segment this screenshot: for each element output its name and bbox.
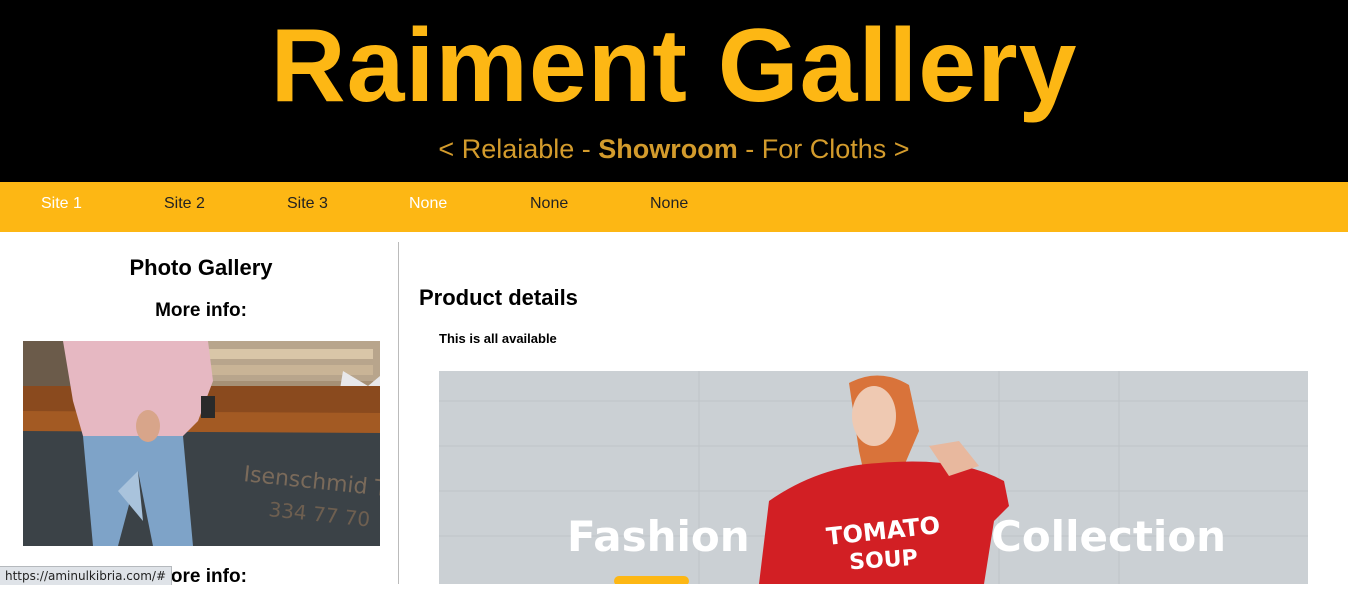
product-details-title: Product details	[419, 285, 578, 310]
nav-bar: Site 1 Site 2 Site 3 None None None	[0, 182, 1348, 232]
fashion-banner[interactable]: TOMATO SOUP Fashion Collection	[439, 371, 1308, 584]
banner-word-fashion: Fashion	[567, 512, 750, 561]
tagline-suffix: - For Cloths >	[737, 134, 910, 164]
product-details-subtitle: This is all available	[439, 331, 557, 346]
tagline-bold: Showroom	[598, 134, 738, 164]
site-tagline: < Relaiable - Showroom - For Cloths >	[0, 132, 1348, 166]
site-header: Raiment Gallery < Relaiable - Showroom -…	[0, 0, 1348, 182]
nav-item-none-2[interactable]: None	[530, 182, 568, 232]
tagline-prefix: < Relaiable -	[438, 134, 599, 164]
more-info-heading: More info:	[155, 300, 247, 321]
banner-word-collection: Collection	[991, 512, 1227, 561]
site-title: Raiment Gallery	[270, 8, 1078, 124]
status-bar-url: https://aminulkibria.com/#	[0, 566, 172, 585]
nav-item-site-3[interactable]: Site 3	[287, 182, 328, 232]
gallery-title: Photo Gallery	[129, 255, 273, 280]
nav-item-site-2[interactable]: Site 2	[164, 182, 205, 232]
main-content: Product details This is all available TO…	[399, 232, 1348, 584]
gallery-photo-image: Isenschmid Thun 334 77 70	[23, 341, 380, 546]
gallery-photo-man[interactable]: Isenschmid Thun 334 77 70	[23, 341, 380, 546]
nav-item-site-1[interactable]: Site 1	[41, 182, 82, 232]
banner-shirt-text-2: SOUP	[848, 546, 918, 576]
nav-item-none-1[interactable]: None	[409, 182, 447, 232]
sidebar: Photo Gallery More info: Isenschmid Thun…	[0, 232, 398, 587]
nav-item-none-3[interactable]: None	[650, 182, 688, 232]
